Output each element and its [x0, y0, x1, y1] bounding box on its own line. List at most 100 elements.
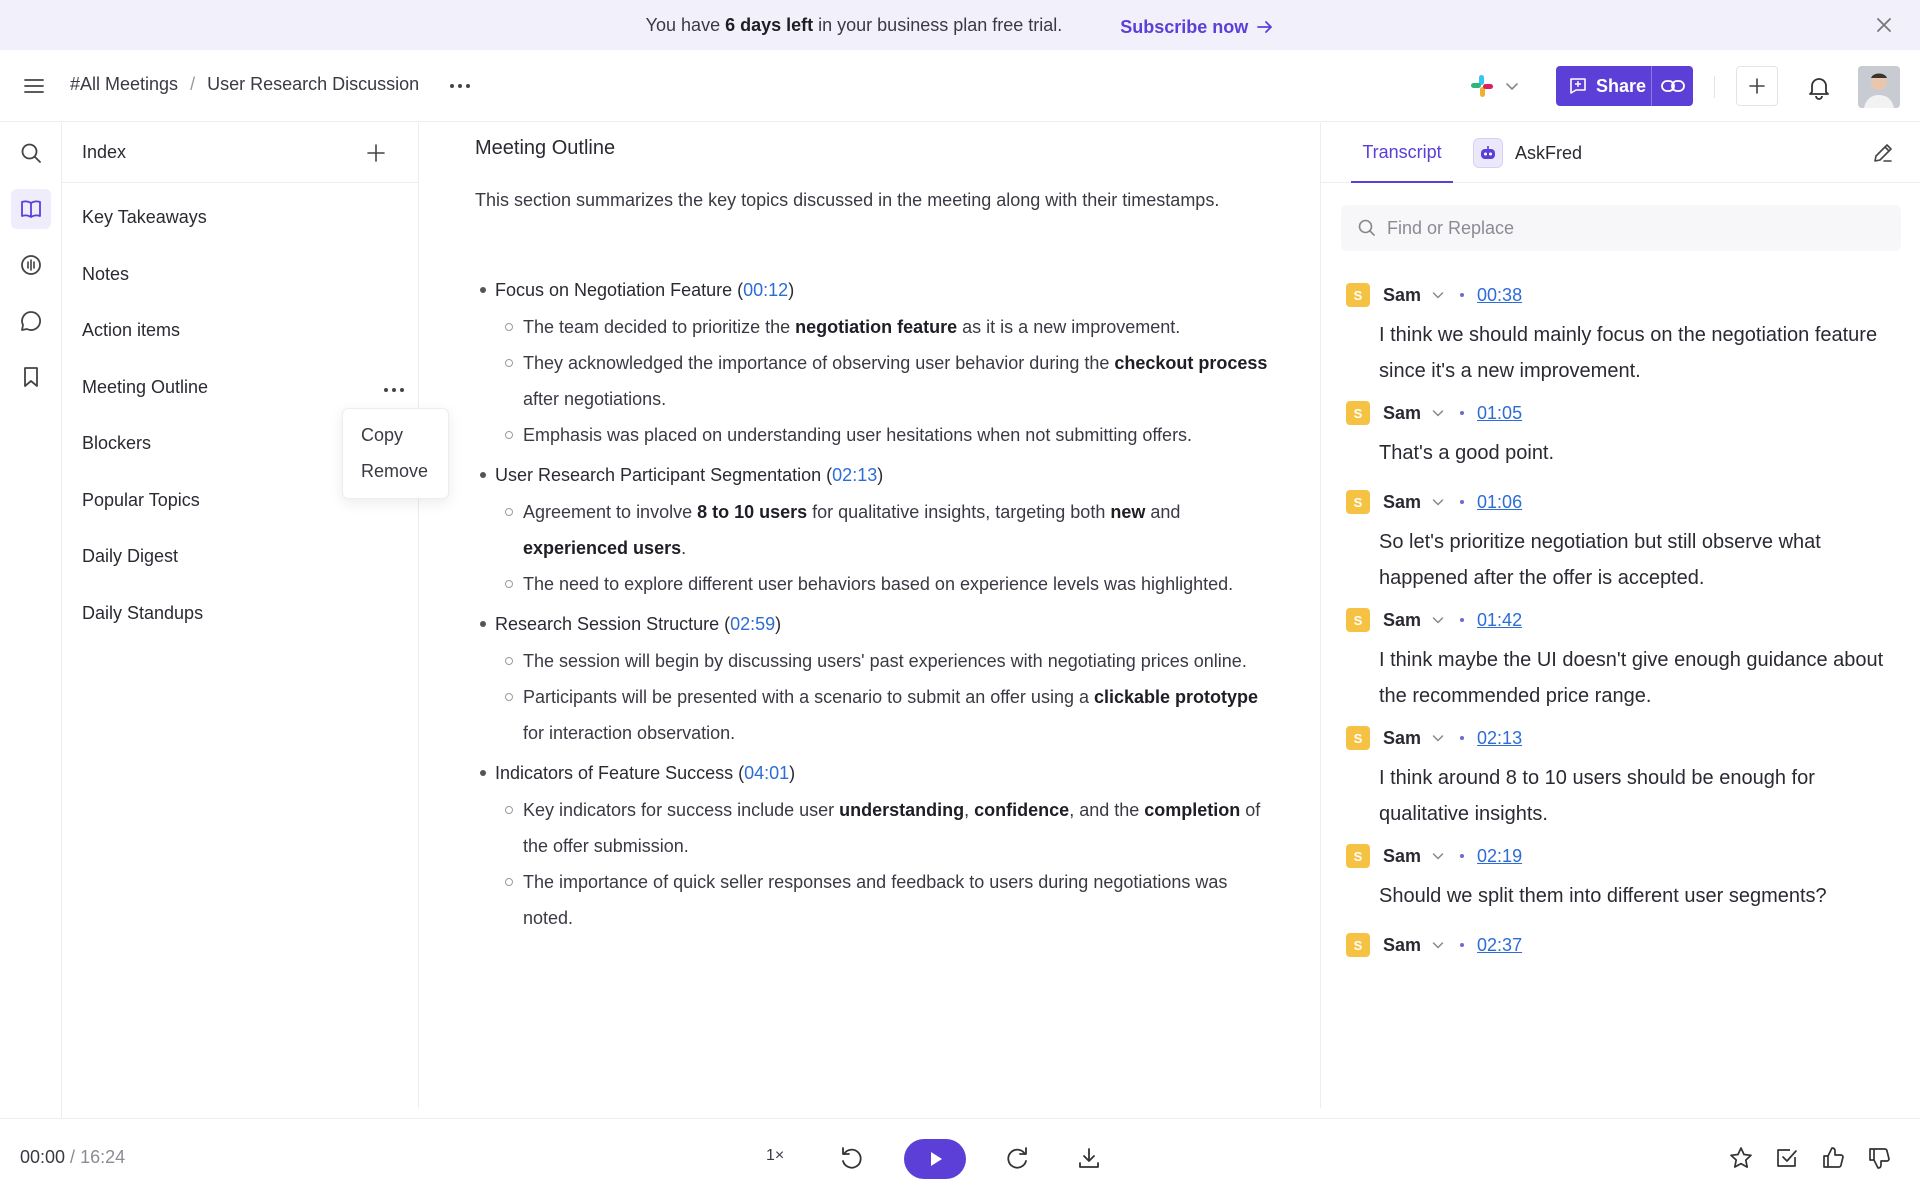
entry-timestamp-link[interactable]: 01:05 — [1477, 403, 1522, 424]
checkbox-icon[interactable] — [1774, 1145, 1800, 1171]
rewind-icon[interactable] — [838, 1145, 864, 1171]
chevron-down-icon[interactable] — [1431, 938, 1445, 952]
share-button[interactable]: Share — [1556, 66, 1693, 106]
menu-item-remove[interactable]: Remove — [343, 461, 448, 497]
entry-timestamp-link[interactable]: 00:38 — [1477, 285, 1522, 306]
play-button[interactable] — [904, 1139, 966, 1179]
player-bar: 00:00 / 16:24 1× — [0, 1118, 1920, 1200]
speaker-name[interactable]: Sam — [1383, 610, 1421, 631]
index-item-blockers[interactable]: Blockers — [82, 433, 151, 454]
entry-header: S Sam 01:05 — [1346, 401, 1906, 425]
entry-timestamp-link[interactable]: 02:19 — [1477, 846, 1522, 867]
star-icon[interactable] — [1728, 1145, 1754, 1171]
plus-icon[interactable] — [364, 141, 388, 165]
speaker-name[interactable]: Sam — [1383, 403, 1421, 424]
slack-icon[interactable] — [1468, 72, 1496, 100]
list-item: Agreement to involve 8 to 10 users for q… — [505, 494, 1275, 566]
thumbs-up-icon[interactable] — [1820, 1145, 1846, 1171]
entry-timestamp-link[interactable]: 02:37 — [1477, 935, 1522, 956]
index-item-action-items[interactable]: Action items — [82, 320, 180, 341]
list-item: The session will begin by discussing use… — [505, 643, 1275, 679]
outline-topic: Focus on Negotiation Feature (00:12) The … — [475, 275, 1275, 453]
topic-timestamp-link[interactable]: 00:12 — [743, 280, 788, 300]
subscribe-link[interactable]: Subscribe now — [1072, 17, 1274, 38]
speaker-badge: S — [1346, 490, 1370, 514]
topic-timestamp-link[interactable]: 02:13 — [832, 465, 877, 485]
plus-icon — [1749, 78, 1765, 94]
index-item-key-takeaways[interactable]: Key Takeaways — [82, 207, 207, 228]
tab-askfred[interactable]: AskFred — [1473, 137, 1582, 169]
bell-icon[interactable] — [1806, 74, 1832, 100]
breadcrumb-root[interactable]: #All Meetings — [70, 74, 178, 95]
topic-points: The team decided to prioritize the negot… — [475, 309, 1275, 453]
index-title: Index — [82, 142, 127, 162]
chevron-down-icon[interactable] — [1431, 495, 1445, 509]
outline-topic: Indicators of Feature Success (04:01) Key… — [475, 758, 1275, 936]
topic-timestamp-link[interactable]: 02:59 — [730, 614, 775, 634]
entry-timestamp-link[interactable]: 01:06 — [1477, 492, 1522, 513]
chevron-down-icon[interactable] — [1431, 613, 1445, 627]
page-title: Meeting Outline — [475, 137, 616, 159]
rail-bookmarks[interactable] — [11, 357, 51, 397]
copy-link-button[interactable] — [1652, 66, 1693, 106]
play-icon — [931, 1152, 942, 1166]
entry-header: S Sam 02:37 — [1346, 933, 1906, 957]
entry-text: I think around 8 to 10 users should be e… — [1379, 767, 1815, 825]
share-icon — [1570, 78, 1586, 94]
menu-item-copy[interactable]: Copy — [343, 425, 448, 461]
chevron-down-icon[interactable] — [1431, 406, 1445, 420]
link-icon — [1660, 80, 1685, 92]
menu-icon[interactable] — [22, 74, 46, 98]
rail-search[interactable] — [11, 133, 51, 173]
audio-icon — [21, 255, 41, 275]
speaker-name[interactable]: Sam — [1383, 846, 1421, 867]
thumbs-down-icon[interactable] — [1866, 1145, 1892, 1171]
chevron-down-icon[interactable] — [1431, 731, 1445, 745]
more-icon[interactable] — [382, 380, 406, 400]
separator-dot — [1460, 854, 1465, 858]
pencil-icon[interactable] — [1871, 141, 1895, 165]
speaker-name[interactable]: Sam — [1383, 728, 1421, 749]
breadcrumb-current[interactable]: User Research Discussion — [207, 74, 419, 95]
rail-audio[interactable] — [11, 245, 51, 285]
index-item-daily-digest[interactable]: Daily Digest — [82, 546, 178, 567]
more-icon[interactable] — [448, 76, 472, 96]
index-item-popular-topics[interactable]: Popular Topics — [82, 490, 200, 511]
index-item-daily-standups[interactable]: Daily Standups — [82, 603, 203, 624]
close-icon[interactable] — [1874, 15, 1894, 35]
topic-points: The session will begin by discussing use… — [475, 643, 1275, 751]
entry-timestamp-link[interactable]: 01:42 — [1477, 610, 1522, 631]
forward-icon[interactable] — [1005, 1145, 1031, 1171]
entry-header: S Sam 01:42 — [1346, 608, 1906, 632]
rail-comments[interactable] — [11, 301, 51, 341]
rail-index[interactable] — [11, 189, 51, 229]
index-item-meeting-outline[interactable]: Meeting Outline — [82, 377, 208, 398]
speaker-badge: S — [1346, 401, 1370, 425]
entry-timestamp-link[interactable]: 02:13 — [1477, 728, 1522, 749]
find-replace-input[interactable] — [1387, 217, 1867, 239]
speaker-badge: S — [1346, 933, 1370, 957]
speaker-name[interactable]: Sam — [1383, 285, 1421, 306]
entry-header: S Sam 01:06 — [1346, 490, 1906, 514]
transcript-entry: S Sam 02:37 — [1346, 933, 1906, 957]
main-content: Meeting Outline This section summarizes … — [420, 123, 1320, 1108]
speaker-name[interactable]: Sam — [1383, 935, 1421, 956]
index-item-notes[interactable]: Notes — [82, 264, 129, 285]
add-button[interactable] — [1736, 66, 1778, 106]
topic-timestamp-link[interactable]: 04:01 — [744, 763, 789, 783]
entry-text: That's a good point. — [1379, 442, 1555, 464]
download-icon[interactable] — [1076, 1145, 1102, 1171]
avatar[interactable] — [1858, 66, 1900, 108]
trial-banner: You have 6 days left in your business pl… — [0, 0, 1920, 50]
speed-button[interactable]: 1× — [766, 1147, 784, 1165]
tab-transcript[interactable]: Transcript — [1351, 123, 1453, 183]
transcript-entry: S Sam 02:13 I think around 8 to 10 users sh… — [1346, 726, 1906, 832]
speaker-name[interactable]: Sam — [1383, 492, 1421, 513]
chevron-down-icon[interactable] — [1504, 78, 1520, 94]
chevron-down-icon[interactable] — [1431, 288, 1445, 302]
chevron-down-icon[interactable] — [1431, 849, 1445, 863]
entry-header: S Sam 02:19 — [1346, 844, 1906, 868]
speaker-badge: S — [1346, 726, 1370, 750]
topic-title: User Research Participant Segmentation — [495, 465, 822, 485]
topic-heading: User Research Participant Segmentation (… — [475, 460, 1275, 490]
